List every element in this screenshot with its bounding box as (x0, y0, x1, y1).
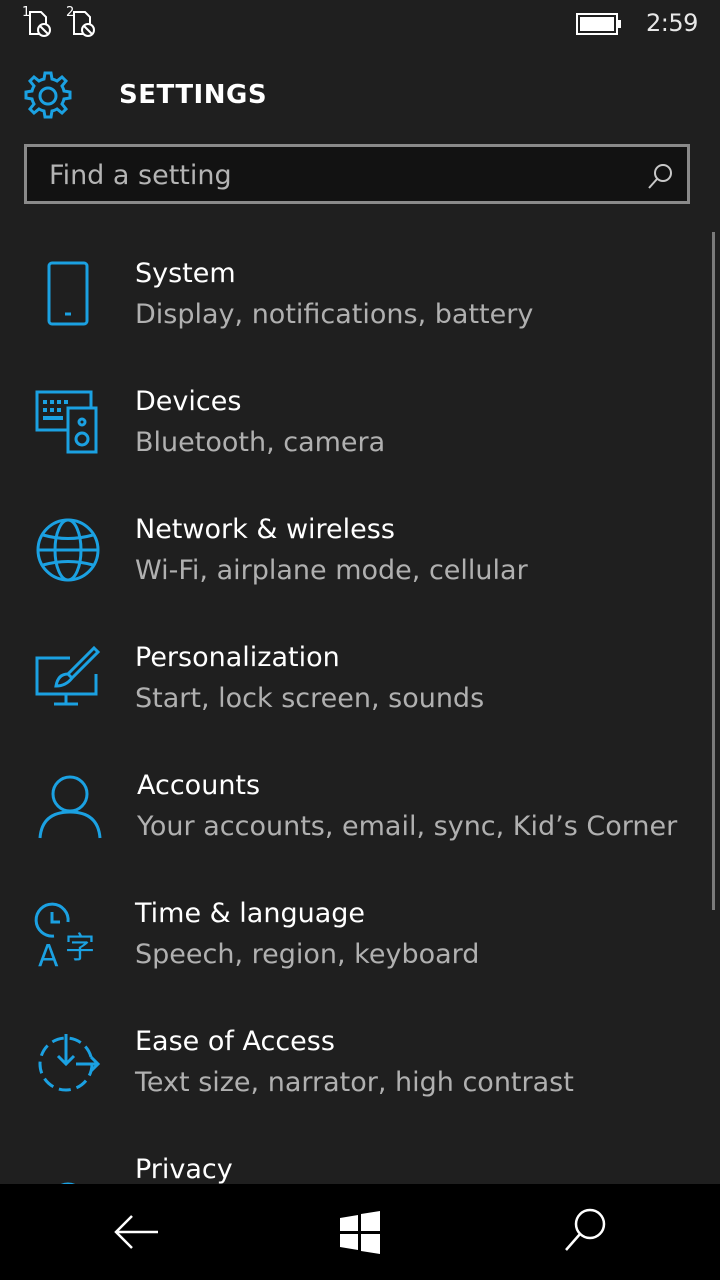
devices-icon (35, 390, 98, 454)
sim-1-no-signal-icon: 1 (22, 5, 54, 38)
item-label: System (135, 258, 236, 289)
clock: 2:59 (646, 9, 698, 37)
personalization-icon (35, 645, 101, 706)
svg-text:A: A (38, 939, 59, 968)
windows-logo-icon[interactable] (330, 1206, 390, 1258)
item-label: Privacy (135, 1154, 233, 1184)
ease-of-access-icon (38, 1034, 101, 1092)
list-item-accounts[interactable]: Accounts Your accounts, email, sync, Kid… (0, 744, 710, 872)
item-description: Wi-Fi, airplane mode, cellular (135, 555, 528, 586)
list-item-personalization[interactable]: Personalization Start, lock screen, soun… (0, 616, 710, 744)
status-bar: 1 2 2:59 (0, 0, 720, 50)
lock-icon (60, 1182, 76, 1184)
search-icon[interactable] (647, 162, 675, 190)
item-label: Time & language (135, 898, 366, 929)
item-description: Display, notifications, battery (135, 299, 534, 330)
item-description: Text size, narrator, high contrast (135, 1067, 574, 1098)
list-item-ease-of-access[interactable]: Ease of Access Text size, narrator, high… (0, 1000, 710, 1128)
page-title: SETTINGS (119, 80, 268, 110)
list-item-devices[interactable]: Devices Bluetooth, camera (0, 360, 710, 488)
item-description: Start, lock screen, sounds (135, 683, 485, 714)
list-item-system[interactable]: System Display, notifications, battery (0, 232, 710, 360)
item-label: Devices (135, 386, 242, 417)
battery-icon (576, 13, 621, 35)
back-arrow-icon[interactable] (106, 1206, 166, 1258)
search-icon[interactable] (556, 1206, 616, 1258)
list-item-network-wireless[interactable]: Network & wireless Wi-Fi, airplane mode,… (0, 488, 710, 616)
gear-icon (24, 71, 72, 119)
list-item-privacy[interactable]: Privacy (0, 1128, 710, 1184)
item-label: Personalization (135, 642, 340, 673)
page-header: SETTINGS (0, 70, 720, 124)
person-icon (38, 775, 102, 839)
item-label: Ease of Access (135, 1026, 335, 1057)
phone-icon (47, 261, 89, 326)
search-box[interactable] (24, 144, 690, 204)
globe-icon (36, 518, 100, 582)
item-description: Your accounts, email, sync, Kid’s Corner (137, 811, 678, 842)
item-description: Bluetooth, camera (135, 427, 386, 458)
navigation-bar (0, 1184, 720, 1280)
svg-text:字: 字 (65, 931, 95, 966)
search-input[interactable] (27, 147, 651, 203)
sim-2-no-signal-icon: 2 (66, 5, 98, 38)
item-label: Accounts (137, 770, 261, 801)
list-item-time-language[interactable]: A 字 Time & language Speech, region, keyb… (0, 872, 710, 1000)
time-language-icon: A 字 (34, 902, 95, 968)
item-label: Network & wireless (135, 514, 395, 545)
settings-list: System Display, notifications, battery D… (0, 232, 720, 1184)
item-description: Speech, region, keyboard (135, 939, 480, 970)
